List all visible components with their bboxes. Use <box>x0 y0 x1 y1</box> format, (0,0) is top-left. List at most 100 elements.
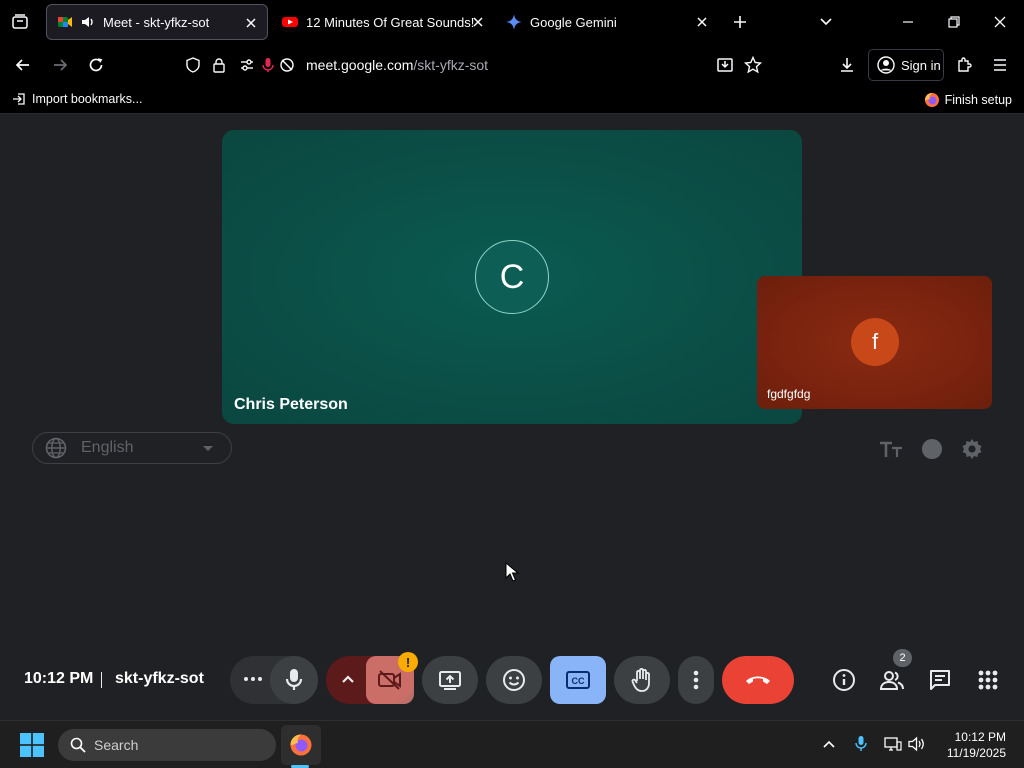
sign-in-label: Sign in <box>901 57 941 73</box>
more-vert-icon <box>693 670 699 690</box>
tab-title: Google Gemini <box>530 14 617 30</box>
meeting-info-icon[interactable] <box>828 664 860 696</box>
raise-hand-button[interactable] <box>614 656 670 704</box>
import-bookmarks-label: Import bookmarks... <box>32 92 143 106</box>
import-bookmarks-button[interactable]: Import bookmarks... <box>12 92 142 106</box>
people-icon[interactable] <box>876 664 908 696</box>
present-screen-icon <box>439 671 461 690</box>
close-tab-icon[interactable] <box>694 14 710 30</box>
windows-start-icon[interactable] <box>20 733 44 757</box>
menu-hamburger-icon[interactable] <box>985 50 1015 80</box>
more-options-button[interactable] <box>678 656 714 704</box>
people-count-badge: 2 <box>893 649 912 667</box>
camera-blocked-icon[interactable] <box>272 50 302 80</box>
sign-in-button[interactable]: Sign in <box>868 49 944 81</box>
camera-off-icon <box>378 670 401 690</box>
finish-setup-button[interactable]: Finish setup <box>924 92 1012 108</box>
back-arrow-icon[interactable] <box>8 50 38 80</box>
mic-control-group <box>230 656 318 704</box>
microphone-button[interactable] <box>270 656 318 704</box>
finish-setup-label: Finish setup <box>944 93 1012 107</box>
end-call-icon <box>746 676 770 684</box>
caption-font-size-icon[interactable] <box>878 436 904 462</box>
taskbar-clock[interactable]: 10:12 PM 11/19/2025 <box>947 729 1006 761</box>
downloads-icon[interactable] <box>832 50 862 80</box>
tab-youtube[interactable]: 12 Minutes Of Great Sounds! - Y <box>278 4 492 40</box>
network-icon[interactable] <box>882 733 904 755</box>
firefox-taskbar-button[interactable] <box>281 725 321 765</box>
install-app-icon[interactable] <box>710 50 740 80</box>
activities-grid-icon[interactable] <box>972 664 1004 696</box>
meet-stage: C Chris Peterson f fgdfgfdg English 10:1… <box>0 114 1024 720</box>
restore-icon[interactable] <box>940 8 968 36</box>
participant-tile-self[interactable]: f fgdfgfdg <box>757 276 992 409</box>
firefox-logo-icon <box>924 92 940 108</box>
svg-text:CC: CC <box>572 676 585 686</box>
tab-title: 12 Minutes Of Great Sounds! - Y <box>306 14 478 30</box>
dropdown-arrow-icon <box>203 446 213 451</box>
meet-icon <box>57 14 73 30</box>
search-placeholder: Search <box>94 737 139 753</box>
bookmarks-bar: Import bookmarks... Finish setup <box>0 86 1024 114</box>
meeting-code: skt-yfkz-sot <box>115 670 204 687</box>
tab-gemini[interactable]: Google Gemini <box>504 4 718 40</box>
search-icon <box>70 737 86 753</box>
meeting-time: 10:12 PM <box>24 670 94 687</box>
caption-language-value: English <box>81 439 134 456</box>
participant-avatar: C <box>475 240 549 314</box>
globe-icon <box>45 437 67 459</box>
show-hidden-icons-chevron-icon[interactable] <box>818 733 840 755</box>
import-icon <box>12 92 26 106</box>
list-tabs-chevron-icon[interactable] <box>812 8 840 36</box>
hand-icon <box>631 668 650 692</box>
url-path: /skt-yfkz-sot <box>413 57 489 73</box>
reload-icon[interactable] <box>81 50 111 80</box>
url-host: meet.google.com <box>306 57 414 73</box>
participant-tile-main[interactable]: C Chris Peterson <box>222 130 802 424</box>
close-tab-icon[interactable] <box>243 15 259 31</box>
speaker-icon[interactable] <box>81 15 95 29</box>
leave-call-button[interactable] <box>722 656 794 704</box>
caption-settings-gear-icon[interactable] <box>959 436 985 462</box>
caption-language-select[interactable]: English <box>32 432 232 464</box>
bookmark-star-icon[interactable] <box>738 50 768 80</box>
gemini-icon <box>506 14 522 30</box>
forward-arrow-icon[interactable] <box>45 50 75 80</box>
tab-meet[interactable]: Meet - skt-yfkz-sot <box>46 4 268 40</box>
tab-overview-icon[interactable] <box>6 8 34 36</box>
reactions-button[interactable] <box>486 656 542 704</box>
present-screen-button[interactable] <box>422 656 478 704</box>
windows-taskbar: Search 10:12 PM 11/19/2025 <box>0 720 1024 768</box>
emoji-icon <box>503 669 525 691</box>
close-tab-icon[interactable] <box>470 14 486 30</box>
caption-color-icon[interactable] <box>919 436 945 462</box>
lock-icon[interactable] <box>204 50 234 80</box>
volume-icon[interactable] <box>906 733 928 755</box>
microphone-icon <box>285 669 303 690</box>
new-tab-icon[interactable] <box>726 8 754 36</box>
closed-captions-icon: CC <box>566 671 590 689</box>
tab-title: Meet - skt-yfkz-sot <box>103 14 210 30</box>
taskbar-time: 10:12 PM <box>954 730 1006 744</box>
camera-warning-badge[interactable]: ! <box>398 652 418 672</box>
audio-options-icon[interactable] <box>242 672 264 686</box>
firefox-logo-icon <box>290 734 312 756</box>
captions-button[interactable]: CC <box>550 656 606 704</box>
taskbar-search-box[interactable]: Search <box>58 729 276 761</box>
participant-avatar: f <box>851 318 899 366</box>
participant-name: fgdfgfdg <box>767 387 811 401</box>
browser-tab-strip: Meet - skt-yfkz-sot 12 Minutes Of Great … <box>0 0 1024 44</box>
account-icon <box>877 56 895 74</box>
url-bar[interactable]: meet.google.com/skt-yfkz-sot <box>306 57 488 73</box>
video-options-chevron-icon[interactable] <box>340 672 356 686</box>
extensions-icon[interactable] <box>949 50 979 80</box>
youtube-icon <box>282 14 298 30</box>
mouse-cursor-icon <box>505 562 519 582</box>
divider <box>101 672 102 688</box>
chat-icon[interactable] <box>924 664 956 696</box>
minimize-icon[interactable] <box>894 8 922 36</box>
close-window-icon[interactable] <box>986 8 1014 36</box>
microphone-tray-icon[interactable] <box>850 733 872 755</box>
taskbar-date: 11/19/2025 <box>946 746 1006 760</box>
participant-name: Chris Peterson <box>234 396 348 413</box>
